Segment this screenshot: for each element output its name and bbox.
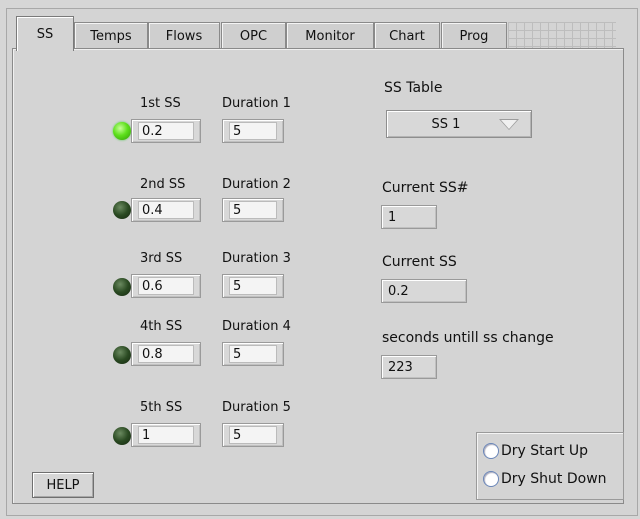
ss-label-1: 1st SS [140, 96, 181, 111]
ss-indicator-led-1 [113, 122, 131, 140]
duration-value: 5 [229, 277, 277, 295]
duration-value: 5 [229, 426, 277, 444]
tab-label: Prog [459, 28, 489, 44]
duration-value: 5 [229, 345, 277, 363]
duration-field-5[interactable]: 5 [222, 423, 284, 447]
tab-prog[interactable]: Prog [441, 22, 507, 49]
ss-value: 0.4 [138, 201, 194, 219]
ss-value-field-1[interactable]: 0.2 [131, 119, 201, 143]
duration-value: 5 [229, 122, 277, 140]
ss-indicator-led-2 [113, 201, 131, 219]
ss-value-field-4[interactable]: 0.8 [131, 342, 201, 366]
tab-label: SS [36, 26, 54, 42]
duration-label-2: Duration 2 [222, 177, 291, 192]
duration-value: 5 [229, 201, 277, 219]
ss-table-dropdown[interactable]: SS 1 [386, 110, 532, 138]
tab-opc[interactable]: OPC [221, 22, 286, 49]
ss-table-selected: SS 1 [431, 116, 461, 132]
seconds-change-value: 223 [388, 359, 413, 375]
tab-label: Temps [90, 28, 132, 44]
tab-flows[interactable]: Flows [148, 22, 220, 49]
duration-field-4[interactable]: 5 [222, 342, 284, 366]
current-ss-num-label: Current SS# [382, 180, 469, 196]
ss-value: 0.2 [138, 122, 194, 140]
dry-start-up-radio[interactable]: Dry Start Up [483, 443, 588, 459]
tab-chart[interactable]: Chart [374, 22, 440, 49]
ss-label-3: 3rd SS [140, 251, 183, 266]
duration-field-1[interactable]: 5 [222, 119, 284, 143]
ss-label-4: 4th SS [140, 319, 183, 334]
current-ss-num-field: 1 [381, 205, 437, 229]
radio-circle-icon [483, 443, 499, 459]
duration-field-2[interactable]: 5 [222, 198, 284, 222]
ss-indicator-led-5 [113, 427, 131, 445]
tab-label: OPC [239, 28, 268, 44]
duration-label-3: Duration 3 [222, 251, 291, 266]
ss-indicator-led-4 [113, 346, 131, 364]
dry-start-up-label: Dry Start Up [501, 443, 589, 459]
duration-label-1: Duration 1 [222, 96, 291, 111]
current-ss-field: 0.2 [381, 279, 467, 303]
ss-value-field-3[interactable]: 0.6 [131, 274, 201, 298]
tab-label: Chart [389, 28, 425, 44]
dry-mode-radio-group: Dry Start Up Dry Shut Down [476, 432, 624, 500]
seconds-change-label: seconds untill ss change [382, 330, 554, 346]
duration-field-3[interactable]: 5 [222, 274, 284, 298]
ss-label-2: 2nd SS [140, 177, 186, 192]
help-button[interactable]: HELP [32, 472, 94, 498]
chevron-down-icon [499, 118, 519, 130]
dry-shut-down-radio[interactable]: Dry Shut Down [483, 471, 607, 487]
ss-label-5: 5th SS [140, 400, 183, 415]
duration-label-4: Duration 4 [222, 319, 291, 334]
ss-value-field-2[interactable]: 0.4 [131, 198, 201, 222]
ss-value: 1 [138, 426, 194, 444]
tab-temps[interactable]: Temps [74, 22, 148, 49]
tab-label: Monitor [305, 28, 355, 44]
seconds-change-field: 223 [381, 355, 437, 379]
tab-label: Flows [165, 28, 203, 44]
ss-indicator-led-3 [113, 278, 131, 296]
ss-value: 0.6 [138, 277, 194, 295]
tab-strip-filler [508, 22, 616, 49]
ss-table-label: SS Table [384, 80, 443, 96]
current-ss-value: 0.2 [388, 283, 409, 299]
duration-label-5: Duration 5 [222, 400, 291, 415]
tab-ss[interactable]: SS [16, 16, 74, 51]
ss-value: 0.8 [138, 345, 194, 363]
current-ss-label: Current SS [382, 254, 457, 270]
tab-monitor[interactable]: Monitor [286, 22, 374, 49]
current-ss-num-value: 1 [388, 209, 397, 225]
dry-shut-down-label: Dry Shut Down [501, 471, 607, 487]
radio-circle-icon [483, 471, 499, 487]
ss-value-field-5[interactable]: 1 [131, 423, 201, 447]
